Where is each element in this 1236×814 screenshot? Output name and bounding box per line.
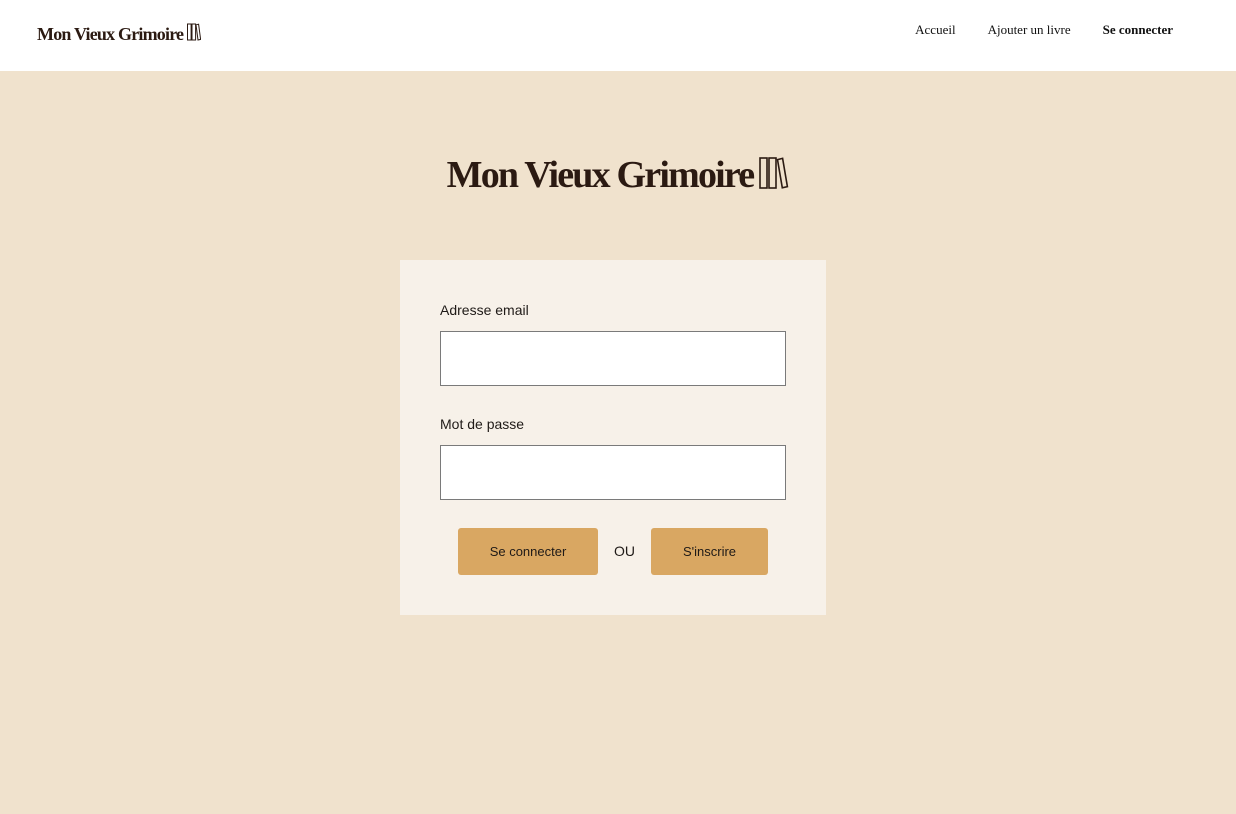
login-card: Adresse email Mot de passe Se connecter … xyxy=(400,260,826,615)
email-field[interactable] xyxy=(440,331,786,386)
login-button[interactable]: Se connecter xyxy=(458,528,598,575)
nav-link-se-connecter[interactable]: Se connecter xyxy=(1103,21,1173,39)
email-label: Adresse email xyxy=(440,302,529,318)
nav-link-ajouter-livre[interactable]: Ajouter un livre xyxy=(988,21,1071,39)
password-field[interactable] xyxy=(440,445,786,500)
hero-logo-text: Mon Vieux Grimoire xyxy=(446,154,756,196)
books-icon xyxy=(187,23,202,46)
books-icon xyxy=(759,156,789,195)
top-header: Mon Vieux Grimoire Accueil Ajouter un li… xyxy=(0,0,1236,71)
header-logo-text: Mon Vieux Grimoire xyxy=(37,24,184,44)
nav-link-accueil[interactable]: Accueil xyxy=(915,21,955,39)
password-label: Mot de passe xyxy=(440,416,525,432)
header-logo[interactable]: Mon Vieux Grimoire xyxy=(37,22,202,46)
main-nav: Accueil Ajouter un livre Se connecter xyxy=(915,21,1173,39)
signup-button[interactable]: S'inscrire xyxy=(651,528,768,575)
or-separator: OU xyxy=(614,543,635,559)
hero-logo: Mon Vieux Grimoire xyxy=(0,152,1236,198)
